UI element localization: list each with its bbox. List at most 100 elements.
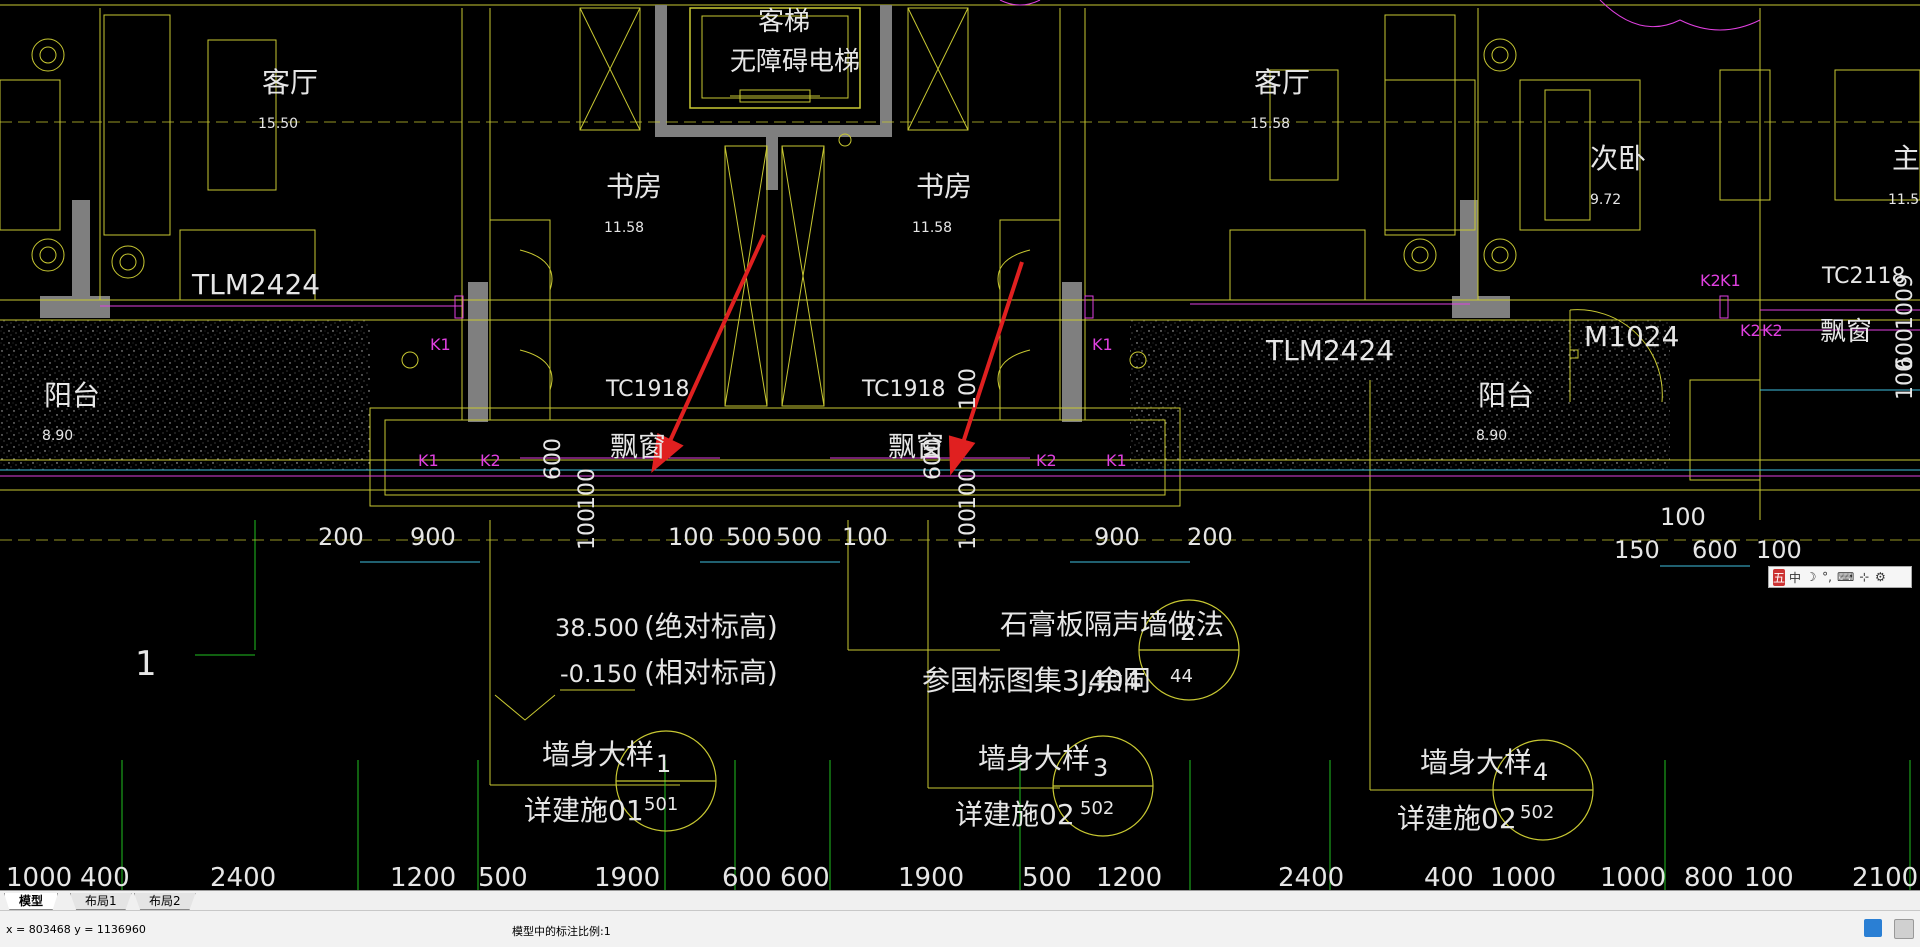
room-name: 书房 bbox=[916, 170, 972, 203]
dimension-text: 900 bbox=[410, 523, 456, 551]
detail-title: 墙身大样 bbox=[542, 738, 654, 771]
room-area: 8.90 bbox=[42, 428, 73, 444]
dimension-text: 600 bbox=[921, 438, 946, 480]
elevation-value: -0.150 bbox=[560, 660, 637, 688]
room-area: 15.58 bbox=[1250, 116, 1290, 132]
marker-label: K1 bbox=[430, 335, 451, 354]
tab-layout-1[interactable]: 布局1 bbox=[70, 893, 132, 910]
cad-drawing-canvas[interactable]: 客厅 15.50 客厅 15.58 书房 11.58 书房 11.58 次卧 9… bbox=[0, 0, 1920, 890]
dimension-text: 1200 bbox=[1096, 863, 1162, 890]
detail-title: 墙身大样 bbox=[978, 742, 1090, 775]
statusbar-menu-icon[interactable] bbox=[1894, 919, 1914, 939]
detail-ref: 44 bbox=[1170, 666, 1193, 687]
dimension-text: 1000 bbox=[6, 863, 72, 890]
elevation-label: (绝对标高) bbox=[644, 610, 778, 643]
bay-window-label: 飘窗 bbox=[1820, 317, 1872, 347]
dimension-text: 100 bbox=[1756, 536, 1802, 564]
marker-label: K2 bbox=[1036, 451, 1057, 470]
room-area: 11.58 bbox=[604, 220, 644, 236]
room-area: 9.72 bbox=[1590, 192, 1621, 208]
detail-number: 3 bbox=[1093, 754, 1108, 782]
dimension-text: 1900 bbox=[898, 863, 964, 890]
tab-model[interactable]: 模型 bbox=[4, 893, 59, 910]
room-name: 阳台 bbox=[44, 379, 100, 412]
ime-item[interactable]: 中 bbox=[1789, 569, 1801, 586]
window-label: TC1918 bbox=[605, 377, 690, 402]
dimension-text: 100 bbox=[1893, 358, 1918, 400]
layout-tab-bar: 模型 布局1 布局2 bbox=[0, 890, 1920, 911]
dimension-text: 500 bbox=[726, 523, 772, 551]
door-label: M1024 bbox=[1584, 320, 1679, 353]
elevation-value: 38.500 bbox=[555, 614, 639, 642]
dimension-text: 900 bbox=[1094, 523, 1140, 551]
dimension-text: 100 bbox=[1660, 503, 1706, 531]
marker-label: K1 bbox=[418, 451, 439, 470]
detail-sub: 详建施02 bbox=[955, 798, 1075, 831]
dimension-text: 600 bbox=[1692, 536, 1738, 564]
bay-window-label: 飘窗 bbox=[610, 430, 666, 463]
room-name: 次卧 bbox=[1590, 142, 1646, 175]
note-line: ,余同 bbox=[1086, 664, 1151, 697]
red-arrow-annotations bbox=[651, 234, 1024, 476]
room-name: 客厅 bbox=[262, 66, 318, 99]
room-name: 客厅 bbox=[1254, 66, 1310, 99]
room-name: 主卧 bbox=[1892, 142, 1920, 175]
door-label: TLM2424 bbox=[191, 268, 320, 301]
dimension-text: 200 bbox=[1187, 523, 1233, 551]
dimension-text: 500 bbox=[1022, 863, 1072, 890]
ime-item[interactable]: 五 bbox=[1773, 568, 1786, 586]
marker-label: K2 bbox=[1740, 321, 1761, 340]
dimension-text: 100 bbox=[956, 368, 981, 410]
detail-number: 4 bbox=[1533, 758, 1548, 786]
dimension-text: 100 bbox=[668, 523, 714, 551]
marker-label: K1 bbox=[1092, 335, 1113, 354]
dimension-text: 500 bbox=[776, 523, 822, 551]
detail-sub: 详建施02 bbox=[1397, 802, 1517, 835]
window-label: TC1918 bbox=[861, 377, 946, 402]
dimension-text: 100 bbox=[956, 468, 981, 510]
ime-item[interactable]: ☽ bbox=[1805, 570, 1817, 584]
room-name: 阳台 bbox=[1478, 379, 1534, 412]
annotation-scale: 模型中的标注比例:1 bbox=[512, 925, 611, 938]
elevator-label: 无障碍电梯 bbox=[730, 47, 860, 77]
ime-item[interactable]: °, bbox=[1821, 570, 1833, 584]
dimension-text: 600 bbox=[780, 863, 830, 890]
tab-layout-2[interactable]: 布局2 bbox=[134, 893, 196, 910]
dimension-text: 100 bbox=[956, 508, 981, 550]
status-bar: x = 803468 y = 1136960 模型中的标注比例:1 bbox=[0, 910, 1920, 947]
door-label: TLM2424 bbox=[1265, 334, 1394, 367]
detail-number: 1 bbox=[656, 750, 671, 778]
detail-title: 墙身大样 bbox=[1420, 746, 1532, 779]
model-space-icon[interactable] bbox=[1864, 919, 1882, 937]
marker-label: K2 bbox=[1700, 271, 1721, 290]
dimension-text: 1009 bbox=[1893, 274, 1918, 330]
room-name: 书房 bbox=[606, 170, 662, 203]
marker-label: K2 bbox=[1762, 321, 1783, 340]
dimension-text: 400 bbox=[80, 863, 130, 890]
dimension-text: 2100 bbox=[1852, 863, 1918, 890]
detail-ref: 501 bbox=[644, 794, 678, 815]
detail-sub: 详建施01 bbox=[524, 794, 644, 827]
ime-toolbar[interactable]: 五 中 ☽ °, ⌨ ⊹ ⚙ bbox=[1768, 566, 1912, 588]
ime-item[interactable]: ⊹ bbox=[1858, 570, 1870, 584]
dimension-text: 1200 bbox=[390, 863, 456, 890]
cursor-coordinates: x = 803468 y = 1136960 bbox=[6, 923, 146, 936]
room-area: 11.52 bbox=[1888, 192, 1920, 208]
dimension-text: 800 bbox=[1684, 863, 1734, 890]
dimension-text: 600 bbox=[722, 863, 772, 890]
dimension-text: 150 bbox=[1614, 536, 1660, 564]
dimension-text: 200 bbox=[318, 523, 364, 551]
dimension-text: 100 bbox=[842, 523, 888, 551]
dimension-text: 1000 bbox=[1600, 863, 1666, 890]
axis-lines bbox=[121, 520, 1911, 890]
room-area: 15.50 bbox=[258, 116, 298, 132]
ime-item[interactable]: ⌨ bbox=[1837, 570, 1854, 584]
dimension-text: 2400 bbox=[210, 863, 276, 890]
detail-ref: 502 bbox=[1080, 798, 1114, 819]
dimension-text: 1000 bbox=[1490, 863, 1556, 890]
room-area: 8.90 bbox=[1476, 428, 1507, 444]
ime-item[interactable]: ⚙ bbox=[1874, 570, 1886, 584]
dimension-text: 100 bbox=[1744, 863, 1794, 890]
marker-label: K2 bbox=[480, 451, 501, 470]
elevation-label: (相对标高) bbox=[644, 656, 778, 689]
